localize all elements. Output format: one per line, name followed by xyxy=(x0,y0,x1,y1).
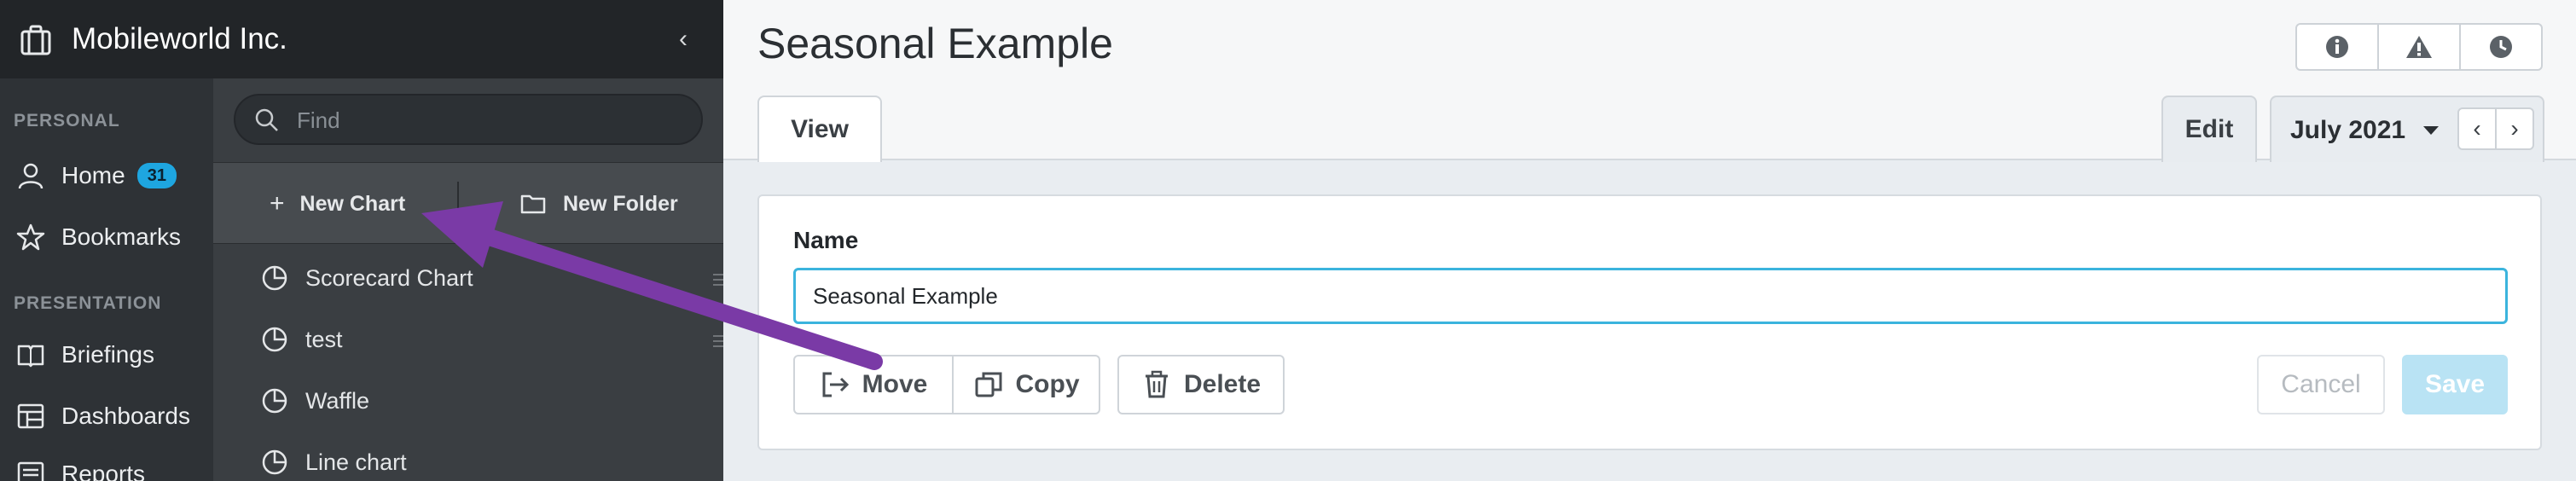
status-button-group xyxy=(2295,23,2543,71)
page-title: Seasonal Example xyxy=(757,20,1113,67)
sidebar-item-label: Home xyxy=(61,162,125,188)
drag-handle-icon[interactable] xyxy=(711,333,723,350)
panel-actions: + New Chart New Folder xyxy=(213,162,723,244)
pie-chart-icon xyxy=(262,265,287,291)
search-input[interactable] xyxy=(297,104,681,136)
info-button[interactable] xyxy=(2297,25,2379,69)
warning-icon xyxy=(2406,36,2432,58)
sidebar-item-dashboards[interactable]: Dashboards xyxy=(14,392,190,440)
list-item[interactable]: test xyxy=(261,316,343,363)
list-item[interactable]: Scorecard Chart xyxy=(261,254,473,302)
tab-view[interactable]: View xyxy=(757,96,882,162)
copy-icon xyxy=(975,372,1001,397)
org-bar: Mobileworld Inc. ‹ xyxy=(0,0,723,78)
next-period-button[interactable]: › xyxy=(2497,109,2532,148)
name-field[interactable] xyxy=(793,268,2508,324)
user-icon xyxy=(14,159,48,193)
sidebar-item-reports[interactable]: Reports xyxy=(14,450,145,481)
list-item[interactable]: Waffle xyxy=(261,377,369,425)
section-presentation: PRESENTATION xyxy=(14,293,162,313)
new-chart-button[interactable]: + New Chart xyxy=(270,187,405,221)
search-icon xyxy=(255,108,278,131)
org-name[interactable]: Mobileworld Inc. xyxy=(72,19,287,60)
plus-icon: + xyxy=(270,189,285,217)
tab-edit[interactable]: Edit xyxy=(2161,96,2257,162)
pie-chart-icon xyxy=(262,449,287,475)
period-selector[interactable]: July 2021 ‹ › xyxy=(2270,96,2544,162)
sidebar-item-briefings[interactable]: Briefings xyxy=(14,331,154,379)
edit-card: Name Move Copy Delete Cancel Save xyxy=(757,194,2542,450)
history-button[interactable] xyxy=(2461,25,2541,69)
sidebar-item-home[interactable]: Home 31 xyxy=(14,152,177,200)
sidebar-item-bookmarks[interactable]: Bookmarks xyxy=(14,213,181,261)
star-icon xyxy=(14,220,48,254)
delete-label: Delete xyxy=(1183,370,1262,398)
new-folder-label: New Folder xyxy=(563,191,678,216)
new-folder-button[interactable]: New Folder xyxy=(520,187,678,221)
collapse-sidebar-icon[interactable]: ‹ xyxy=(679,26,699,53)
move-button[interactable]: Move xyxy=(793,355,954,414)
new-chart-label: New Chart xyxy=(299,191,406,216)
prev-period-button[interactable]: ‹ xyxy=(2459,109,2497,148)
section-personal: PERSONAL xyxy=(14,111,120,130)
copy-button[interactable]: Copy xyxy=(952,355,1100,414)
sidebar-item-label: Briefings xyxy=(61,341,154,368)
drag-handle-icon[interactable] xyxy=(711,271,723,288)
period-label[interactable]: July 2021 xyxy=(2290,116,2405,145)
chart-item-label: Waffle xyxy=(305,387,370,414)
move-label: Move xyxy=(862,370,928,398)
chart-list-panel: + New Chart New Folder Scorecard Chart t… xyxy=(213,78,723,481)
chart-item-label: Line chart xyxy=(305,449,407,475)
warning-button[interactable] xyxy=(2379,25,2461,69)
sidebar-item-label: Bookmarks xyxy=(61,223,182,250)
list-item[interactable]: Line chart xyxy=(261,438,407,481)
sidebar-item-label: Reports xyxy=(61,461,146,481)
trash-icon xyxy=(1145,370,1168,398)
main-content: Seasonal Example View Edit July 2021 ‹ ›… xyxy=(723,0,2576,481)
pie-chart-icon xyxy=(262,327,287,352)
book-icon xyxy=(14,338,48,372)
chart-item-label: Scorecard Chart xyxy=(305,264,473,291)
briefcase-icon xyxy=(20,25,51,55)
save-button[interactable]: Save xyxy=(2402,355,2508,414)
cancel-button[interactable]: Cancel xyxy=(2257,355,2385,414)
dashboard-icon xyxy=(14,399,48,433)
folder-icon xyxy=(520,194,546,214)
chart-item-label: test xyxy=(305,326,343,352)
info-icon xyxy=(2326,36,2348,58)
delete-button[interactable]: Delete xyxy=(1117,355,1285,414)
divider xyxy=(457,182,459,226)
period-nav: ‹ › xyxy=(2457,107,2534,150)
app-window: Mobileworld Inc. ‹ PERSONAL Home 31 Book… xyxy=(0,0,2576,481)
name-label: Name xyxy=(793,227,859,253)
sidebar-item-label: Dashboards xyxy=(61,403,190,429)
copy-label: Copy xyxy=(1015,370,1080,398)
pie-chart-icon xyxy=(262,388,287,414)
clock-icon xyxy=(2490,36,2512,58)
header: Seasonal Example View Edit July 2021 ‹ › xyxy=(723,0,2576,162)
home-count-badge: 31 xyxy=(136,163,177,188)
search-box[interactable] xyxy=(234,94,703,145)
caret-down-icon[interactable] xyxy=(2423,126,2439,135)
sidebar: PERSONAL Home 31 Bookmarks PRESENTATION … xyxy=(0,78,213,481)
move-icon xyxy=(822,372,849,397)
report-icon xyxy=(14,457,48,481)
